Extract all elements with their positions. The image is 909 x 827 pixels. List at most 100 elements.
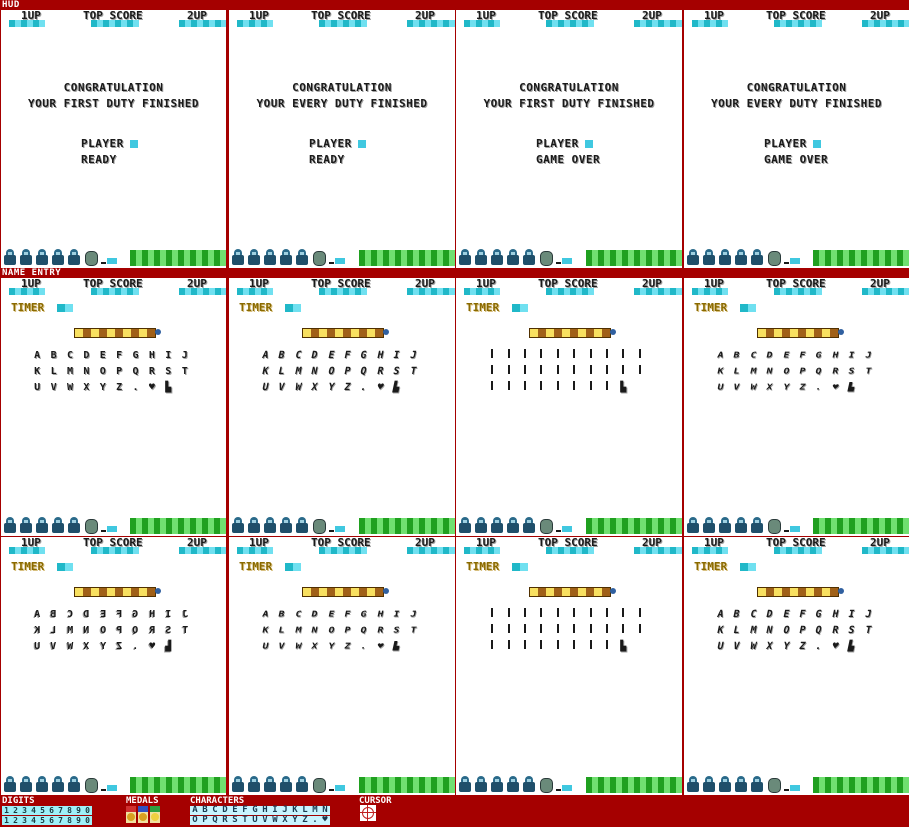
letter-cell[interactable]: T <box>858 623 878 639</box>
letter-cell[interactable] <box>632 639 648 655</box>
letter-cell[interactable] <box>550 639 566 655</box>
letter-cell[interactable] <box>177 639 193 655</box>
letter-cell[interactable]: F <box>111 348 127 364</box>
letter-cell[interactable]: X <box>78 380 94 396</box>
letter-cell[interactable] <box>533 348 549 364</box>
letter-cell[interactable]: R <box>144 623 160 639</box>
letter-cell[interactable] <box>517 348 533 364</box>
letter-cell[interactable] <box>484 348 500 364</box>
letter-cell[interactable] <box>484 639 500 655</box>
letter-cell[interactable] <box>566 380 582 396</box>
letter-cell[interactable] <box>599 607 615 623</box>
letter-cell[interactable] <box>632 380 648 396</box>
letter-cell[interactable] <box>403 641 422 654</box>
letter-cell[interactable] <box>615 607 631 623</box>
letter-cell[interactable]: A <box>29 348 45 364</box>
letter-cell[interactable]: D <box>78 348 94 364</box>
letter-cell[interactable] <box>582 639 598 655</box>
letter-cell[interactable]: M <box>62 364 78 380</box>
letter-cell[interactable] <box>550 380 566 396</box>
letter-cell[interactable] <box>517 364 533 380</box>
letter-cell[interactable]: N <box>78 623 94 639</box>
letter-cell[interactable]: J <box>403 609 422 622</box>
letter-cell[interactable] <box>500 380 516 396</box>
letter-cell[interactable] <box>599 639 615 655</box>
letter-cell[interactable]: U <box>29 380 45 396</box>
letter-cell[interactable]: U <box>29 639 45 655</box>
letter-cell[interactable]: E <box>95 348 111 364</box>
letter-cell[interactable]: G <box>127 607 143 623</box>
letter-cell[interactable]: ♥ <box>144 380 160 396</box>
letter-cell[interactable]: I <box>160 607 176 623</box>
letter-cell[interactable]: X <box>78 639 94 655</box>
letter-cell[interactable] <box>484 380 500 396</box>
letter-cell[interactable]: ▙ <box>615 380 631 396</box>
letter-cell[interactable]: T <box>858 366 877 379</box>
letter-cell[interactable]: J <box>858 350 877 363</box>
letter-cell[interactable]: V <box>45 639 61 655</box>
letter-cell[interactable] <box>632 364 648 380</box>
letter-cell[interactable] <box>484 607 500 623</box>
letter-cell[interactable] <box>533 380 549 396</box>
letter-cell[interactable]: ▙ <box>615 639 631 655</box>
letter-cell[interactable] <box>599 623 615 639</box>
letter-cell[interactable] <box>500 348 516 364</box>
letter-cell[interactable]: J <box>858 607 878 623</box>
letter-cell[interactable]: Z <box>111 380 127 396</box>
letter-cell[interactable]: N <box>78 364 94 380</box>
letter-cell[interactable] <box>533 607 549 623</box>
letter-cell[interactable]: Z <box>111 639 127 655</box>
letter-cell[interactable]: . <box>127 380 143 396</box>
letter-cell[interactable]: O <box>95 364 111 380</box>
letter-cell[interactable] <box>632 607 648 623</box>
letter-cell[interactable] <box>500 364 516 380</box>
letter-cell[interactable]: S <box>160 623 176 639</box>
letter-cell[interactable] <box>533 623 549 639</box>
letter-cell[interactable]: J <box>403 348 423 364</box>
letter-cell[interactable]: D <box>78 607 94 623</box>
letter-cell[interactable]: C <box>62 607 78 623</box>
letter-cell[interactable] <box>566 639 582 655</box>
letter-cell[interactable] <box>566 364 582 380</box>
letter-cell[interactable]: R <box>144 364 160 380</box>
letter-cell[interactable] <box>632 348 648 364</box>
letter-cell[interactable] <box>582 364 598 380</box>
letter-cell[interactable] <box>550 607 566 623</box>
letter-cell[interactable]: Y <box>95 380 111 396</box>
letter-cell[interactable] <box>484 364 500 380</box>
letter-cell[interactable]: F <box>111 607 127 623</box>
letter-cell[interactable]: C <box>62 348 78 364</box>
letter-cell[interactable]: ▙ <box>160 380 176 396</box>
letter-cell[interactable] <box>566 623 582 639</box>
letter-cell[interactable]: A <box>29 607 45 623</box>
letter-cell[interactable]: J <box>177 348 193 364</box>
letter-cell[interactable] <box>403 380 423 396</box>
letter-cell[interactable]: T <box>177 623 193 639</box>
letter-cell[interactable] <box>517 380 533 396</box>
letter-cell[interactable] <box>858 639 878 655</box>
letter-cell[interactable] <box>582 607 598 623</box>
letter-cell[interactable] <box>632 623 648 639</box>
letter-cell[interactable] <box>615 364 631 380</box>
letter-cell[interactable] <box>500 607 516 623</box>
letter-cell[interactable] <box>599 380 615 396</box>
letter-cell[interactable]: G <box>127 348 143 364</box>
letter-cell[interactable] <box>550 348 566 364</box>
letter-cell[interactable]: W <box>62 639 78 655</box>
letter-cell[interactable]: ♥ <box>144 639 160 655</box>
letter-cell[interactable]: J <box>177 607 193 623</box>
letter-cell[interactable]: ▙ <box>160 639 176 655</box>
letter-cell[interactable] <box>582 348 598 364</box>
letter-cell[interactable]: P <box>111 623 127 639</box>
letter-cell[interactable] <box>566 607 582 623</box>
letter-cell[interactable] <box>177 380 193 396</box>
letter-cell[interactable]: B <box>45 348 61 364</box>
letter-cell[interactable] <box>500 639 516 655</box>
letter-cell[interactable]: T <box>403 364 423 380</box>
letter-cell[interactable]: T <box>403 625 422 638</box>
letter-cell[interactable]: L <box>45 623 61 639</box>
letter-cell[interactable] <box>582 380 598 396</box>
letter-cell[interactable]: K <box>29 364 45 380</box>
letter-cell[interactable]: E <box>95 607 111 623</box>
letter-cell[interactable] <box>517 623 533 639</box>
